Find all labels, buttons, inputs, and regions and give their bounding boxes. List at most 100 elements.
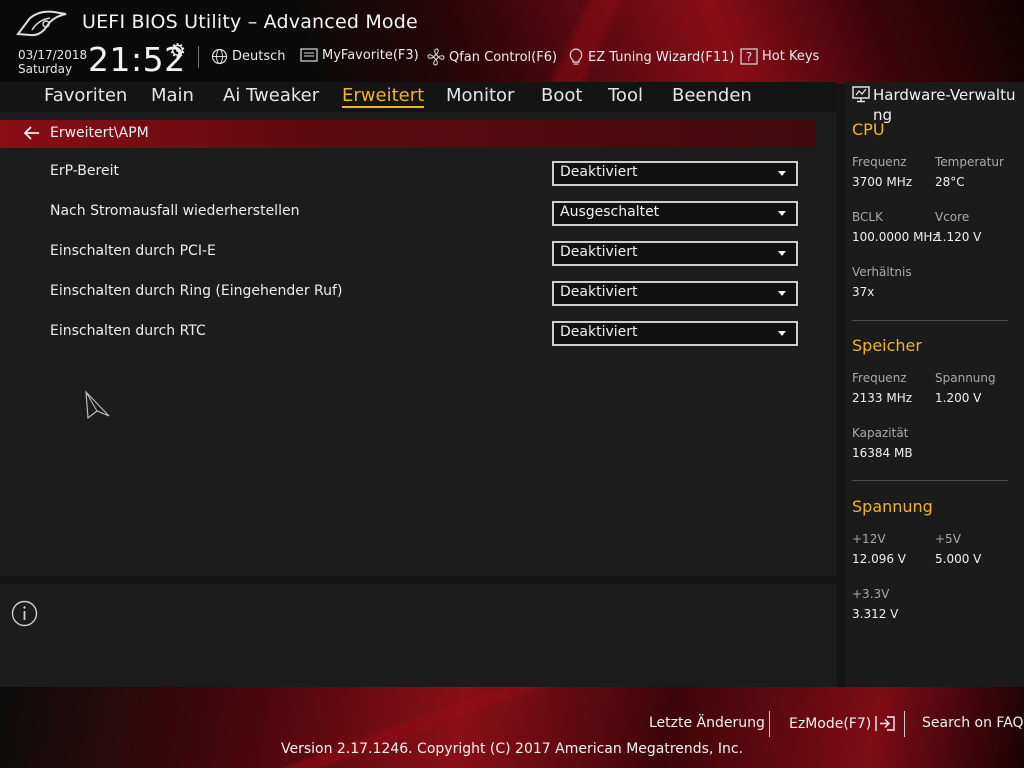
footer-divider — [904, 711, 905, 737]
v5-value: 5.000 V — [935, 552, 982, 566]
rtc-value: Deaktiviert — [560, 324, 638, 340]
vcore-label: Vcore — [935, 210, 970, 224]
bclk-label: BCLK — [852, 210, 883, 224]
erp-select[interactable]: Deaktiviert — [552, 161, 798, 186]
weekday-text: Saturday — [18, 62, 73, 76]
hotkeys-button[interactable]: ? Hot Keys — [740, 48, 819, 65]
last-change-label: Letzte Änderung — [649, 715, 765, 731]
cpu-freq-value: 3700 MHz — [852, 175, 913, 189]
pcie-value: Deaktiviert — [560, 244, 638, 260]
qfan-button[interactable]: Qfan Control(F6) — [427, 48, 557, 66]
list-icon — [300, 48, 318, 62]
mem-cap-label: Kapazität — [852, 426, 909, 440]
tab-boot[interactable]: Boot — [541, 85, 582, 106]
cpu-heading: CPU — [852, 120, 885, 139]
hotkeys-label: Hot Keys — [762, 49, 820, 64]
ezmode-button[interactable]: EzMode(F7) — [789, 715, 896, 732]
v5-label: +5V — [935, 532, 961, 546]
tab-erweitert[interactable]: Erweitert — [342, 85, 425, 108]
power-loss-value: Ausgeschaltet — [560, 204, 660, 220]
rtc-select[interactable]: Deaktiviert — [552, 321, 798, 346]
faq-label: Search on FAQ — [922, 715, 1024, 731]
v33-label: +3.3V — [852, 587, 890, 601]
qfan-label: Qfan Control(F6) — [449, 49, 558, 65]
setting-label-power-loss: Nach Stromausfall wiederherstellen — [50, 203, 300, 219]
svg-text:?: ? — [746, 50, 752, 64]
cpu-temp-value: 28°C — [935, 175, 965, 189]
fan-icon — [427, 48, 445, 66]
faq-button[interactable]: Search on FAQ — [922, 715, 1024, 731]
mem-freq-label: Frequenz — [852, 371, 907, 385]
v12-value: 12.096 V — [852, 552, 907, 566]
back-arrow-icon[interactable] — [24, 126, 40, 140]
setting-label-pcie: Einschalten durch PCI-E — [50, 243, 216, 259]
setting-label-ring: Einschalten durch Ring (Eingehender Ruf) — [50, 283, 343, 299]
ez-tuning-button[interactable]: EZ Tuning Wizard(F11) — [568, 48, 734, 66]
erp-value: Deaktiviert — [560, 164, 638, 180]
main-nav: Favoriten Main Ai Tweaker Erweitert Moni… — [0, 82, 837, 112]
copyright-label: Version 2.17.1246. Copyright (C) 2017 Am… — [280, 741, 744, 757]
settings-panel: Erweitert\APM ErP-Bereit Deaktiviert Nac… — [0, 112, 837, 576]
mem-cap-value: 16384 MB — [852, 446, 913, 460]
bclk-value: 100.0000 MHz — [852, 230, 939, 244]
v12-label: +12V — [852, 532, 886, 546]
app-title: UEFI BIOS Utility – Advanced Mode — [82, 11, 418, 33]
tab-ai-tweaker[interactable]: Ai Tweaker — [223, 85, 319, 106]
copyright-text: Version 2.17.1246. Copyright (C) 2017 Am… — [0, 741, 1024, 757]
cpu-temp-label: Temperatur — [935, 155, 1004, 169]
v33-value: 3.312 V — [852, 607, 899, 621]
language-button[interactable]: Deutsch — [211, 48, 286, 65]
ezmode-label: EzMode(F7) — [789, 715, 872, 732]
dropdown-arrow-icon — [778, 331, 786, 336]
help-panel — [0, 584, 837, 687]
footer-bar: Letzte Änderung EzMode(F7) Search on FAQ… — [0, 687, 1024, 768]
exit-to-ezmode-icon — [875, 716, 895, 731]
footer-divider — [769, 711, 770, 737]
date-text: 03/17/2018 — [18, 48, 88, 62]
ez-tuning-label: EZ Tuning Wizard(F11) — [588, 49, 735, 65]
ratio-label: Verhältnis — [852, 265, 912, 279]
power-loss-select[interactable]: Ausgeschaltet — [552, 201, 798, 226]
tab-tool[interactable]: Tool — [608, 85, 643, 106]
hw-divider — [852, 480, 1008, 481]
dropdown-arrow-icon — [778, 171, 786, 176]
ring-value: Deaktiviert — [560, 284, 638, 300]
pcie-select[interactable]: Deaktiviert — [552, 241, 798, 266]
hw-divider — [852, 320, 1008, 321]
rog-logo-icon — [16, 10, 67, 37]
myfavorite-label: MyFavorite(F3) — [322, 48, 419, 63]
mem-volt-value: 1.200 V — [935, 391, 982, 405]
ratio-value: 37x — [852, 285, 875, 299]
lightbulb-icon — [569, 48, 583, 65]
info-icon — [11, 600, 38, 627]
hw-panel-title: Hardware-Verwaltung — [873, 86, 1016, 124]
tab-main[interactable]: Main — [151, 85, 194, 106]
help-key-icon: ? — [740, 48, 758, 65]
setting-label-erp: ErP-Bereit — [50, 163, 119, 179]
cpu-freq-label: Frequenz — [852, 155, 907, 169]
memory-heading: Speicher — [852, 336, 922, 355]
last-change-button[interactable]: Letzte Änderung — [649, 715, 765, 731]
breadcrumb: Erweitert\APM — [50, 125, 149, 141]
tab-beenden[interactable]: Beenden — [672, 85, 752, 106]
voltage-heading: Spannung — [852, 497, 933, 516]
mem-freq-value: 2133 MHz — [852, 391, 913, 405]
hardware-monitor-panel: Hardware-Verwaltung CPU Frequenz Tempera… — [845, 82, 1024, 687]
tab-favoriten[interactable]: Favoriten — [44, 85, 127, 106]
header-bar: UEFI BIOS Utility – Advanced Mode 03/17/… — [0, 0, 1024, 84]
tab-monitor[interactable]: Monitor — [446, 85, 514, 106]
myfavorite-button[interactable]: MyFavorite(F3) — [300, 48, 419, 63]
breadcrumb-bar[interactable]: Erweitert\APM — [0, 120, 816, 148]
dropdown-arrow-icon — [778, 251, 786, 256]
mouse-cursor-icon — [85, 390, 110, 420]
header-divider — [198, 46, 199, 68]
gear-icon[interactable]: ⚙ — [169, 40, 186, 62]
dropdown-arrow-icon — [778, 211, 786, 216]
setting-label-rtc: Einschalten durch RTC — [50, 323, 206, 339]
monitor-icon — [852, 86, 870, 103]
ring-select[interactable]: Deaktiviert — [552, 281, 798, 306]
date-display: 03/17/2018 Saturday — [18, 48, 87, 76]
dropdown-arrow-icon — [778, 291, 786, 296]
mem-volt-label: Spannung — [935, 371, 996, 385]
language-label: Deutsch — [232, 49, 286, 64]
